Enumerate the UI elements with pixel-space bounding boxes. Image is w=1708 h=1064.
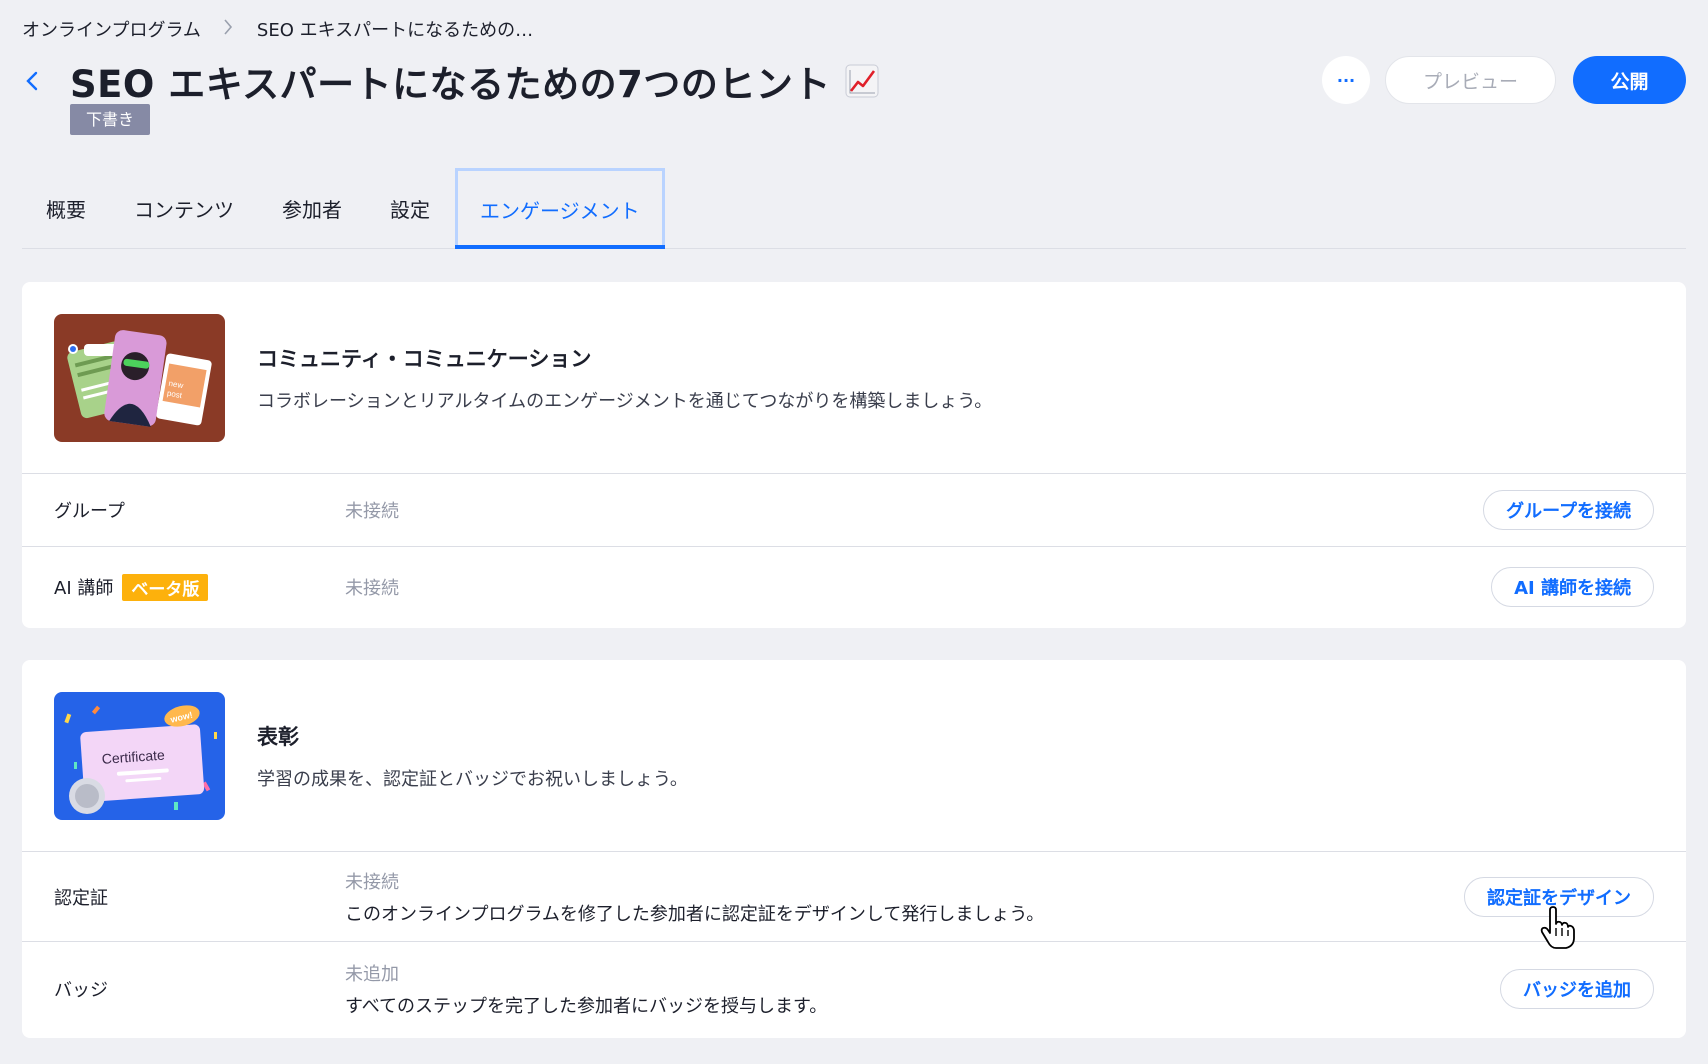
- certificate-image: Certificate wow!: [54, 691, 225, 820]
- add-badge-button[interactable]: バッジを追加: [1500, 969, 1654, 1009]
- community-card-description: コラボレーションとリアルタイムのエンゲージメントを通じてつながりを構築しましょう…: [257, 390, 993, 412]
- community-card-title: コミュニティ・コミュニケーション: [257, 346, 592, 371]
- breadcrumb: オンラインプログラム SEO エキスパートになるための…: [22, 16, 533, 42]
- certificate-description: このオンラインプログラムを修了した参加者に認定証をデザインして発行しましょう。: [345, 903, 1045, 925]
- ai-instructor-status-cell: 未接続: [345, 574, 1491, 600]
- tab-participants[interactable]: 参加者: [258, 168, 366, 248]
- tab-settings[interactable]: 設定: [366, 168, 454, 248]
- breadcrumb-root-link[interactable]: オンラインプログラム: [22, 16, 201, 42]
- community-card-header: new post コミュニティ・コミュニケーション コラボレーションとリアルタイ…: [22, 282, 1686, 474]
- ai-instructor-row: AI 講師 ベータ版 未接続 AI 講師を接続: [22, 547, 1686, 627]
- badges-status: 未追加: [345, 964, 399, 985]
- preview-button[interactable]: プレビュー: [1385, 56, 1556, 104]
- design-certificate-button[interactable]: 認定証をデザイン: [1464, 876, 1654, 917]
- publish-button[interactable]: 公開: [1573, 56, 1686, 104]
- connect-groups-button[interactable]: グループを接続: [1483, 490, 1654, 530]
- recognition-card-header: Certificate wow! 表彰 学習の成果を、認定証とバッジでお祝いしま…: [22, 660, 1686, 852]
- groups-status-cell: 未接続: [345, 497, 1483, 523]
- status-badge: 下書き: [70, 104, 151, 135]
- certificate-status-cell: 未接続 このオンラインプログラムを修了した参加者に認定証をデザインして発行しまし…: [345, 868, 1464, 926]
- certificate-row: 認定証 未接続 このオンラインプログラムを修了した参加者に認定証をデザインして発…: [22, 852, 1686, 942]
- back-button[interactable]: [20, 66, 44, 96]
- groups-status: 未接続: [345, 501, 399, 522]
- groups-row: グループ 未接続 グループを接続: [22, 474, 1686, 547]
- connect-ai-instructor-button[interactable]: AI 講師を接続: [1491, 567, 1654, 607]
- breadcrumb-current: SEO エキスパートになるための…: [256, 20, 534, 41]
- tab-overview[interactable]: 概要: [22, 168, 110, 248]
- tab-bar: 概要 コンテンツ 参加者 設定 エンゲージメント: [22, 168, 1686, 249]
- page-title: SEO エキスパートになるための7つのヒント: [70, 54, 879, 108]
- tab-content[interactable]: コンテンツ: [110, 168, 258, 248]
- badges-label: バッジ: [54, 980, 108, 1001]
- recognition-card-title: 表彰: [257, 724, 299, 749]
- beta-badge: ベータ版: [122, 573, 209, 601]
- badges-status-cell: 未追加 すべてのステップを完了した参加者にバッジを授与します。: [345, 960, 1500, 1018]
- community-collage-image: new post: [54, 313, 225, 442]
- more-actions-button[interactable]: ···: [1322, 56, 1370, 104]
- badges-row: バッジ 未追加 すべてのステップを完了した参加者にバッジを授与します。 バッジを…: [22, 942, 1686, 1036]
- certificate-label: 認定証: [54, 887, 108, 909]
- certificate-status: 未接続: [345, 871, 399, 893]
- more-horizontal-icon: ···: [1336, 70, 1356, 90]
- recognition-card-header-text: 表彰 学習の成果を、認定証とバッジでお祝いしましょう。: [257, 721, 688, 791]
- ai-instructor-label: AI 講師: [54, 578, 114, 599]
- chart-increasing-icon: [845, 64, 879, 98]
- badges-description: すべてのステップを完了した参加者にバッジを授与します。: [345, 996, 828, 1017]
- ai-instructor-status: 未接続: [345, 578, 399, 599]
- chevron-left-icon: [26, 71, 38, 91]
- recognition-card: Certificate wow! 表彰 学習の成果を、認定証とバッジでお祝いしま…: [22, 660, 1686, 1038]
- ai-instructor-label-cell: AI 講師 ベータ版: [54, 573, 345, 601]
- page-title-text: SEO エキスパートになるための7つのヒント: [70, 63, 831, 106]
- header-actions: ··· プレビュー 公開: [1322, 56, 1686, 104]
- groups-label: グループ: [54, 501, 125, 522]
- chevron-right-icon: [223, 18, 233, 41]
- recognition-card-description: 学習の成果を、認定証とバッジでお祝いしましょう。: [257, 768, 688, 790]
- community-card-header-text: コミュニティ・コミュニケーション コラボレーションとリアルタイムのエンゲージメン…: [257, 343, 992, 413]
- tab-engagement[interactable]: エンゲージメント: [455, 168, 665, 249]
- community-card: new post コミュニティ・コミュニケーション コラボレーションとリアルタイ…: [22, 282, 1686, 628]
